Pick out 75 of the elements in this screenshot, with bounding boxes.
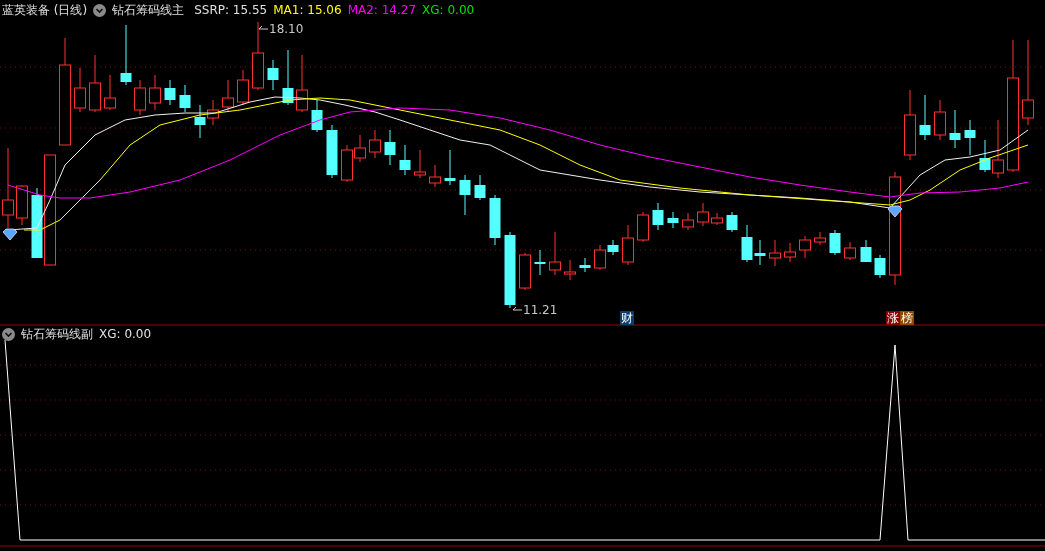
candlestick [252,21,264,91]
candlestick [622,224,634,266]
candlestick [134,79,146,116]
candlestick [282,49,294,106]
candlestick [519,252,531,291]
candlestick [16,184,28,226]
candlestick [726,211,738,233]
stock-title: 蓝英装备 (日线) [2,1,88,19]
candlestick [549,231,561,276]
candlestick [354,134,366,163]
candlestick [414,149,426,179]
pointer-arrow-icon [512,306,522,314]
price-label: 18.10 [269,22,304,36]
candlestick [814,231,826,246]
candlestick [444,149,456,186]
candlestick [964,119,976,156]
candlestick [784,242,796,263]
candlestick [711,212,723,226]
candlestick [384,129,396,166]
event-badge[interactable]: 财 [620,311,634,325]
candlestick [120,24,132,86]
candlestick [637,211,649,243]
candlestick [919,94,931,141]
candlestick [459,174,471,216]
candlestick [296,54,308,113]
candlestick [874,254,886,279]
candlestick [149,74,161,111]
candlestick [311,99,323,133]
indicator-name: 钻石筹码线副 [21,325,93,343]
candlestick [267,59,279,91]
indicator-reading: XG: 0.00 [99,327,152,341]
candlestick [652,202,664,231]
candlestick [904,89,916,161]
event-badge[interactable]: 榜 [900,311,914,325]
event-badge[interactable]: 涨 [886,311,900,325]
candlestick [769,239,781,267]
candlestick [341,144,353,183]
candlestick [104,74,116,111]
indicator-reading: SSRP: 15.55 [194,3,268,17]
candlestick [829,229,841,256]
candlestick [369,129,381,159]
candlestick [489,194,501,246]
candlestick [222,79,234,113]
indicator-reading: MA1: 15.06 [273,3,342,17]
candlestick [844,241,856,261]
candlestick [89,54,101,113]
candlestick [194,104,206,139]
candlestick [682,212,694,231]
candlestick [474,174,486,201]
candlestick [74,67,86,113]
price-label: 11.21 [523,303,558,317]
candlestick [934,99,946,141]
candlestick [326,124,338,179]
candlestick [207,99,219,126]
collapse-toggle-icon[interactable] [2,327,15,341]
diamond-icon [2,228,18,241]
candlestick [799,235,811,259]
candlestick [667,211,679,229]
candlestick [697,202,709,227]
collapse-toggle-icon[interactable] [93,3,107,17]
candlestick [534,249,546,276]
indicator-reading: XG: 0.00 [422,3,475,17]
candlestick [164,79,176,106]
candlestick [949,109,961,149]
candlestick [399,144,411,176]
candlestick [860,239,872,263]
candlestick [237,69,249,106]
pointer-arrow-icon [258,25,268,33]
candlestick [564,259,576,281]
indicator-reading: MA2: 14.27 [347,3,417,17]
indicator-name: 钻石筹码线主 [112,1,185,19]
candlestick [429,164,441,188]
diamond-icon [887,205,903,218]
candlestick [179,84,191,113]
candlestick [579,257,591,273]
